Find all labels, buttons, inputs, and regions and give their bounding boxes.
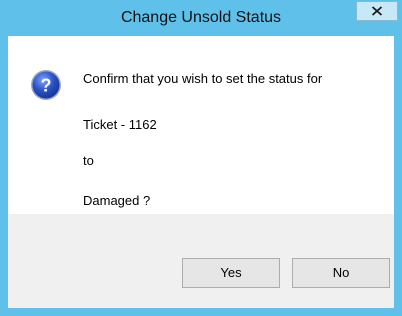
title-bar[interactable]: Change Unsold Status xyxy=(0,0,402,36)
message-line-1: Confirm that you wish to set the status … xyxy=(83,71,323,86)
question-icon: ? xyxy=(31,70,61,100)
message-line-4: Damaged ? xyxy=(83,193,151,208)
yes-button[interactable]: Yes xyxy=(182,258,280,288)
button-bar: Yes No xyxy=(8,214,394,308)
dialog-body: ? Confirm that you wish to set the statu… xyxy=(8,36,394,308)
dialog-window: Change Unsold Status ? Confirm that you … xyxy=(0,0,402,316)
close-button[interactable] xyxy=(356,1,398,21)
svg-text:?: ? xyxy=(41,76,52,96)
message-line-2: Ticket - 1162 xyxy=(83,117,157,132)
window-title: Change Unsold Status xyxy=(120,9,282,26)
close-icon xyxy=(371,6,383,16)
message-line-3: to xyxy=(83,153,94,168)
no-button[interactable]: No xyxy=(292,258,390,288)
